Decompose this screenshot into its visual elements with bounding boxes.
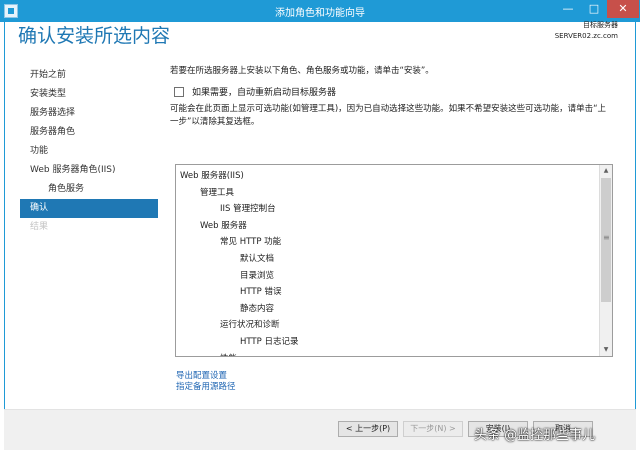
nav-item-web-server-role[interactable]: Web 服务器角色(IIS) xyxy=(20,161,158,180)
links-area: 导出配置设置 指定备用源路径 xyxy=(176,371,236,393)
wizard-nav: 开始之前 安装类型 服务器选择 服务器角色 功能 Web 服务器角色(IIS) … xyxy=(20,66,158,237)
list-item: Web 服务器(IIS) xyxy=(180,171,244,181)
list-item: HTTP 日志记录 xyxy=(240,336,299,347)
close-button[interactable]: ✕ xyxy=(607,0,639,18)
restart-checkbox-label[interactable]: 如果需要，自动重新启动目标服务器 xyxy=(192,85,336,98)
alternate-source-link[interactable]: 指定备用源路径 xyxy=(176,382,236,393)
nav-item-server-selection[interactable]: 服务器选择 xyxy=(20,104,158,123)
watermark-text: 头条 @监控那些事儿 xyxy=(474,428,596,443)
nav-item-features[interactable]: 功能 xyxy=(20,142,158,161)
nav-item-server-roles[interactable]: 服务器角色 xyxy=(20,123,158,142)
restart-checkbox[interactable] xyxy=(174,86,184,97)
target-server-name: SERVER02.zc.com xyxy=(554,32,618,40)
scroll-thumb[interactable]: ≡ xyxy=(601,178,611,302)
list-item: Web 服务器 xyxy=(200,220,247,231)
selection-list[interactable]: Web 服务器(IIS) 管理工具 IIS 管理控制台 Web 服务器 常见 H… xyxy=(175,164,613,357)
title-bar: 添加角色和功能向导 — □ ✕ xyxy=(0,0,640,22)
previous-button[interactable]: < 上一步(P) xyxy=(338,421,398,437)
list-item: 常见 HTTP 功能 xyxy=(220,237,282,248)
window-title: 添加角色和功能向导 xyxy=(275,8,365,19)
scroll-up-icon[interactable]: ▲ xyxy=(600,165,612,177)
nav-item-confirmation[interactable]: 确认 xyxy=(20,199,158,218)
grip-icon: ≡ xyxy=(603,233,610,242)
nav-item-results: 结果 xyxy=(30,222,49,232)
list-item: 目录浏览 xyxy=(240,270,275,281)
nav-item-before-you-begin[interactable]: 开始之前 xyxy=(20,66,158,85)
target-server-info: 目标服务器 SERVER02.zc.com xyxy=(555,20,618,40)
list-scrollbar[interactable]: ▲ ≡ ▼ xyxy=(599,165,612,356)
list-item: 运行状况和诊断 xyxy=(220,320,280,331)
list-item: HTTP 错误 xyxy=(240,287,282,298)
export-config-link[interactable]: 导出配置设置 xyxy=(176,371,236,382)
nav-item-installation-type[interactable]: 安装类型 xyxy=(20,85,158,104)
nav-item-role-services[interactable]: 角色服务 xyxy=(20,180,158,199)
list-item: 性能 xyxy=(180,351,600,356)
list-item: IIS 管理控制台 xyxy=(220,204,276,215)
maximize-button[interactable]: □ xyxy=(581,0,607,18)
list-item: 管理工具 xyxy=(200,187,235,198)
content-area: 若要在所选服务器上安装以下角色、角色服务或功能，请单击“安装”。 如果需要，自动… xyxy=(170,64,620,129)
restart-option[interactable]: 如果需要，自动重新启动目标服务器 xyxy=(170,85,620,98)
list-item: 默认文档 xyxy=(240,253,275,264)
minimize-button[interactable]: — xyxy=(555,0,581,18)
optional-features-hint: 可能会在此页面上显示可选功能(如管理工具)，因为已自动选择这些功能。如果不希望安… xyxy=(170,104,607,127)
target-server-label: 目标服务器 xyxy=(583,21,618,29)
next-button: 下一步(N) > xyxy=(403,421,463,437)
intro-text: 若要在所选服务器上安装以下角色、角色服务或功能，请单击“安装”。 xyxy=(170,66,434,76)
list-item: 静态内容 xyxy=(240,303,275,314)
page-title: 确认安装所选内容 xyxy=(18,25,171,47)
scroll-down-icon[interactable]: ▼ xyxy=(600,344,612,356)
